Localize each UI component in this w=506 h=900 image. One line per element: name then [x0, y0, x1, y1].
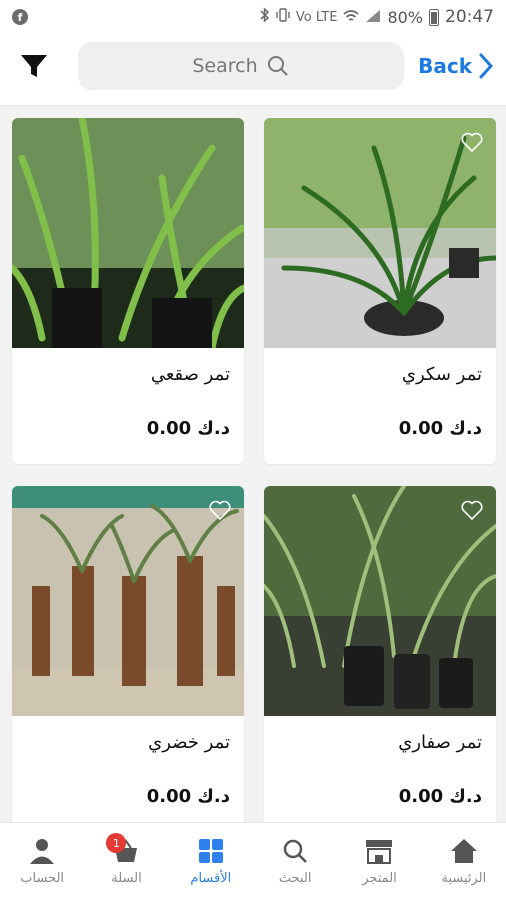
product-name: تمر خضري [148, 732, 230, 753]
nav-search-label: البحث [278, 871, 312, 886]
product-card[interactable]: تمر سكري د.ك 0.00 [264, 118, 496, 464]
product-grid: تمر سكري د.ك 0.00 تمر صقعي د.ك 0.00 تمر … [0, 106, 506, 822]
user-icon [30, 839, 55, 864]
nav-store-label: المتجر [362, 871, 397, 886]
search-placeholder: Search [192, 55, 258, 77]
facebook-notification-icon: f [12, 9, 28, 25]
product-price: د.ك 0.00 [146, 786, 230, 807]
product-price: د.ك 0.00 [146, 418, 230, 439]
wifi-icon [343, 8, 359, 27]
network-label: Vo LTE [295, 9, 338, 25]
product-image [12, 118, 244, 348]
search-bar[interactable]: Search [78, 42, 404, 90]
favorite-heart-icon[interactable] [460, 130, 484, 154]
product-price: د.ك 0.00 [398, 786, 482, 807]
clock: 20:47 [445, 7, 494, 27]
nav-home[interactable]: الرئيسية [422, 823, 506, 900]
product-name: تمر صفاري [398, 732, 482, 753]
chevron-right-icon [479, 53, 494, 79]
filter-button[interactable] [16, 48, 52, 84]
product-card[interactable]: تمر خضري د.ك 0.00 [12, 486, 244, 822]
nav-categories-label: الأقسام [190, 871, 232, 886]
search-icon [283, 839, 308, 863]
nav-store[interactable]: المتجر [337, 823, 421, 900]
back-label: Back [418, 54, 472, 78]
back-button[interactable]: Back [418, 44, 494, 88]
grid-icon [198, 839, 223, 863]
store-icon [366, 840, 393, 864]
product-price: د.ك 0.00 [398, 418, 482, 439]
home-icon [450, 839, 477, 863]
nav-search[interactable]: البحث [253, 823, 337, 900]
favorite-heart-icon[interactable] [208, 498, 232, 522]
nav-account-label: الحساب [20, 871, 65, 886]
product-image [264, 486, 496, 716]
search-icon [267, 56, 288, 76]
status-bar: f Vo LTE 80% 20:47 [0, 0, 506, 34]
favorite-heart-icon[interactable] [460, 498, 484, 522]
product-image [264, 118, 496, 348]
nav-cart-label: السلة [111, 871, 142, 886]
nav-categories[interactable]: الأقسام [169, 823, 253, 900]
nav-cart[interactable]: 1 السلة [84, 823, 168, 900]
vibrate-icon [276, 7, 290, 27]
signal-icon [365, 8, 381, 27]
product-name: تمر صقعي [150, 364, 230, 385]
battery-icon [429, 8, 439, 26]
product-card[interactable]: تمر صفاري د.ك 0.00 [264, 486, 496, 822]
nav-home-label: الرئيسية [441, 871, 487, 886]
filter-icon [21, 55, 47, 77]
bottom-nav: الحساب 1 السلة الأقسام البحث المتجر الرئ… [0, 822, 506, 900]
nav-account[interactable]: الحساب [0, 823, 84, 900]
product-image [12, 486, 244, 716]
battery-percent: 80% [387, 7, 423, 27]
product-name: تمر سكري [401, 364, 482, 385]
product-card[interactable]: تمر صقعي د.ك 0.00 [12, 118, 244, 464]
bluetooth-icon [260, 7, 270, 27]
top-header: Search Back [0, 34, 506, 106]
